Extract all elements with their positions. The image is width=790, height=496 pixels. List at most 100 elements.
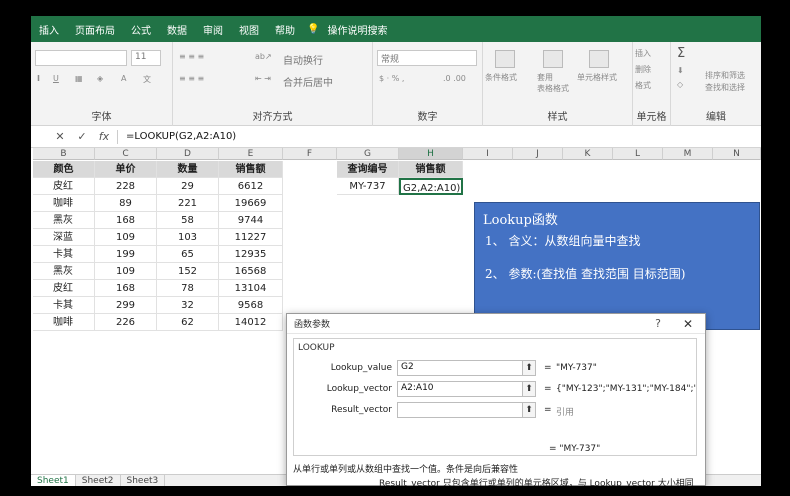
table-cell[interactable]: 皮红 <box>33 280 95 297</box>
table-cell[interactable]: 299 <box>95 297 157 314</box>
col-header-h[interactable]: H <box>399 148 463 160</box>
table-cell[interactable]: 9568 <box>219 297 283 314</box>
decimal-icon[interactable]: .0 .00 <box>443 74 466 83</box>
sort-filter-button[interactable]: 排序和筛选 <box>705 70 745 81</box>
cell-styles-icon[interactable] <box>589 50 609 68</box>
tab-review[interactable]: 审阅 <box>195 22 231 37</box>
font-size-select[interactable]: 11 <box>131 50 161 66</box>
close-icon[interactable]: ✕ <box>683 317 693 331</box>
merge-center-button[interactable]: 合并后居中 <box>283 74 333 89</box>
table-format-icon[interactable] <box>543 50 563 68</box>
tell-me-search[interactable]: 操作说明搜索 <box>319 22 395 37</box>
table-cell[interactable]: 黑灰 <box>33 212 95 229</box>
table-cell[interactable]: 19669 <box>219 195 283 212</box>
table-header-cell[interactable]: 颜色 <box>33 161 95 178</box>
tab-view[interactable]: 视图 <box>231 22 267 37</box>
col-header-i[interactable]: I <box>463 148 513 160</box>
table-cell[interactable]: 228 <box>95 178 157 195</box>
table-cell[interactable]: 152 <box>157 263 219 280</box>
col-header-d[interactable]: D <box>157 148 219 160</box>
col-header-f[interactable]: F <box>283 148 337 160</box>
autosum-icon[interactable]: Σ <box>677 46 685 61</box>
table-cell[interactable]: 65 <box>157 246 219 263</box>
table-cell[interactable]: 14012 <box>219 314 283 331</box>
table-cell[interactable]: 皮红 <box>33 178 95 195</box>
table-cell[interactable]: 58 <box>157 212 219 229</box>
table-cell[interactable]: 黑灰 <box>33 263 95 280</box>
active-cell-h2[interactable]: G2,A2:A10) <box>399 178 463 195</box>
conditional-format-button[interactable]: 条件格式 <box>485 72 517 83</box>
sheet-tab-3[interactable]: Sheet3 <box>121 475 166 486</box>
borders-icon[interactable]: ▦ <box>75 74 83 83</box>
wrap-text-button[interactable]: 自动换行 <box>283 52 323 67</box>
delete-button[interactable]: 删除 <box>635 64 651 75</box>
tab-page-layout[interactable]: 页面布局 <box>67 22 123 37</box>
tab-data[interactable]: 数据 <box>159 22 195 37</box>
bold-button[interactable]: I <box>37 74 40 83</box>
help-icon[interactable]: ? <box>655 317 661 330</box>
table-cell[interactable]: 32 <box>157 297 219 314</box>
table-cell[interactable]: 咖啡 <box>33 314 95 331</box>
collapse-ref-icon[interactable]: ⬆ <box>522 360 536 376</box>
format-button[interactable]: 格式 <box>635 80 651 91</box>
lookup-value-cell[interactable]: MY-737 <box>337 178 399 195</box>
table-cell[interactable]: 78 <box>157 280 219 297</box>
enter-icon[interactable]: ✓ <box>71 130 93 143</box>
sheet-tab-2[interactable]: Sheet2 <box>76 475 121 486</box>
align-left-icon[interactable]: ≡ ≡ ≡ <box>179 74 204 83</box>
tab-formulas[interactable]: 公式 <box>123 22 159 37</box>
indent-icon[interactable]: ⇤ ⇥ <box>255 74 271 83</box>
col-header-l[interactable]: L <box>613 148 663 160</box>
insert-function-icon[interactable]: fx <box>93 130 115 143</box>
table-cell[interactable]: 168 <box>95 280 157 297</box>
conditional-format-icon[interactable] <box>495 50 515 68</box>
col-header-b[interactable]: B <box>33 148 95 160</box>
col-header-e[interactable]: E <box>219 148 283 160</box>
table-cell[interactable]: 卡其 <box>33 246 95 263</box>
collapse-ref-icon[interactable]: ⬆ <box>522 381 536 397</box>
cell-styles-button[interactable]: 单元格样式 <box>577 72 617 83</box>
phonetic-icon[interactable]: 文 <box>143 74 151 85</box>
col-header-g[interactable]: G <box>337 148 399 160</box>
table-cell[interactable]: 6612 <box>219 178 283 195</box>
table-cell[interactable]: 16568 <box>219 263 283 280</box>
align-top-icon[interactable]: ≡ ≡ ≡ <box>179 52 204 61</box>
formula-input[interactable]: =LOOKUP(G2,A2:A10) <box>126 131 236 142</box>
lookup-header-sales[interactable]: 销售额 <box>399 161 463 178</box>
table-cell[interactable]: 226 <box>95 314 157 331</box>
col-header-m[interactable]: M <box>663 148 713 160</box>
font-color-icon[interactable]: A <box>121 74 126 83</box>
tab-help[interactable]: 帮助 <box>267 22 303 37</box>
tab-insert[interactable]: 插入 <box>31 22 67 37</box>
fill-icon[interactable]: ⬇ <box>677 66 684 75</box>
currency-icon[interactable]: $ · % , <box>379 74 404 83</box>
underline-button[interactable]: U <box>53 74 59 83</box>
table-cell[interactable]: 12935 <box>219 246 283 263</box>
col-header-k[interactable]: K <box>563 148 613 160</box>
table-cell[interactable]: 深蓝 <box>33 229 95 246</box>
table-header-cell[interactable]: 单价 <box>95 161 157 178</box>
table-cell[interactable]: 199 <box>95 246 157 263</box>
orientation-icon[interactable]: ab↗ <box>255 52 272 61</box>
table-header-cell[interactable]: 销售额 <box>219 161 283 178</box>
table-cell[interactable]: 62 <box>157 314 219 331</box>
table-cell[interactable]: 221 <box>157 195 219 212</box>
clear-icon[interactable]: ◇ <box>677 80 683 89</box>
col-header-j[interactable]: J <box>513 148 563 160</box>
table-cell[interactable]: 咖啡 <box>33 195 95 212</box>
cancel-icon[interactable]: ✕ <box>49 130 71 143</box>
fill-color-icon[interactable]: ◈ <box>97 74 103 83</box>
find-select-button[interactable]: 查找和选择 <box>705 82 745 93</box>
insert-button[interactable]: 插入 <box>635 48 651 59</box>
table-cell[interactable]: 168 <box>95 212 157 229</box>
lookup-header-id[interactable]: 查询编号 <box>337 161 399 178</box>
table-cell[interactable]: 13104 <box>219 280 283 297</box>
result-vector-input[interactable] <box>397 402 523 418</box>
collapse-ref-icon[interactable]: ⬆ <box>522 402 536 418</box>
table-cell[interactable]: 9744 <box>219 212 283 229</box>
table-cell[interactable]: 109 <box>95 229 157 246</box>
table-cell[interactable]: 29 <box>157 178 219 195</box>
sheet-tab-1[interactable]: Sheet1 <box>31 475 76 486</box>
table-cell[interactable]: 89 <box>95 195 157 212</box>
table-cell[interactable]: 卡其 <box>33 297 95 314</box>
